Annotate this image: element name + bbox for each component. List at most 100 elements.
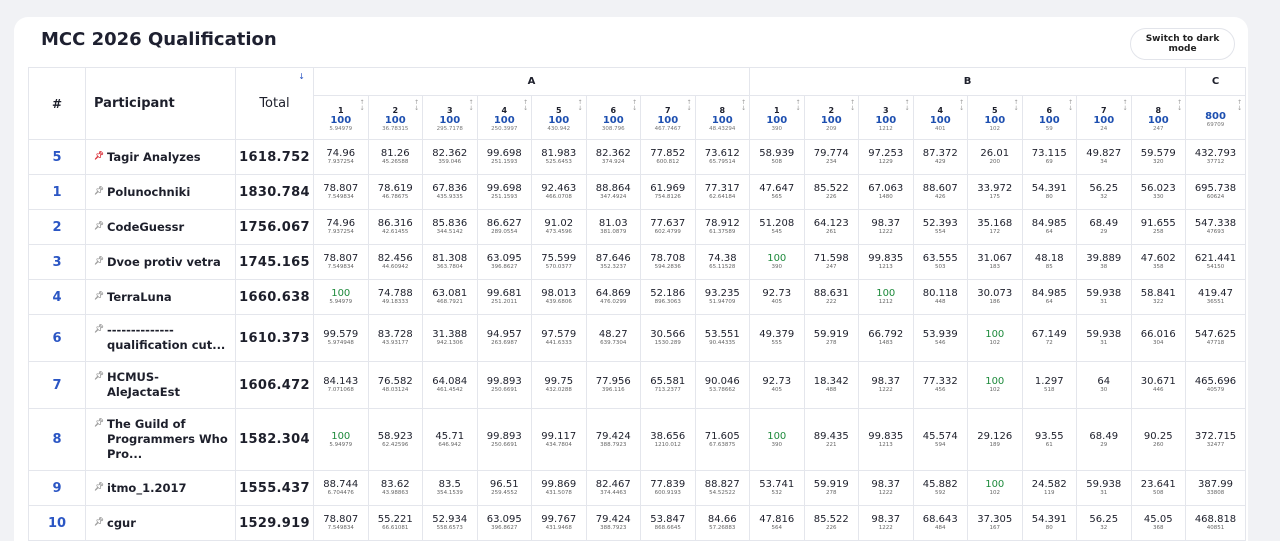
problem-header[interactable]: ↑ ↓ 5 100 102 [967,95,1023,140]
table-row[interactable]: 3 📌︎ Dvoe protiv vetra 1745.165 78.807 7.5498… [28,244,1246,280]
pin-icon[interactable]: 📌︎ [94,516,107,528]
problem-penalty: 295.7178 [436,126,463,132]
total-cell: 1830.784 [235,174,314,210]
score-value: 81.983 [541,148,577,159]
participant-cell[interactable]: 📌︎ Dvoe protiv vetra [85,244,236,280]
score-value: 45.574 [922,430,958,442]
problem-header[interactable]: ↑ ↓ 6 100 308.796 [585,95,641,140]
score-cell: 79.424 388.7923 [585,505,641,541]
score-cell: 83.5 354.1539 [422,470,478,506]
score-cell: 85.836 344.5142 [422,209,478,245]
score-value: 99.835 [868,253,904,264]
participant-cell[interactable]: 📌︎ Tagir Analyzes [85,139,236,175]
participant-cell[interactable]: 📌︎ Polunochniki [85,174,236,210]
score-value: 78.708 [650,253,686,264]
participant-cell[interactable]: 📌︎ HCMUS-AleJactaEst [85,361,236,409]
participant-cell[interactable]: 📌︎ itmo_1.2017 [85,470,236,506]
pin-icon[interactable]: 📌︎ [94,370,107,382]
rank-cell: 5 [28,139,86,175]
rank-header[interactable]: # [28,67,86,140]
penalty-value: 434.7804 [545,441,572,448]
table-row[interactable]: 9 📌︎ itmo_1.2017 1555.437 88.744 6.704476 83.6… [28,470,1246,506]
problem-header[interactable]: ↑ ↓ 5 100 430.942 [531,95,587,140]
problem-header[interactable]: ↑ ↓ 8 100 247 [1130,95,1186,140]
penalty-value: 503 [935,264,946,270]
score-value: 98.37 [871,376,901,387]
problem-header[interactable]: ↑ ↓ 8 100 48.43294 [694,95,750,140]
participant-name: Dvoe protiv vetra [107,254,221,269]
penalty-value: 54150 [1206,264,1225,270]
penalty-value: 476.0299 [600,299,627,305]
participant-cell[interactable]: 📌︎ TerraLuna [85,279,236,315]
participant-cell[interactable]: 📌︎ -------------- qualification cut... [85,314,236,362]
problem-header[interactable]: ↑ ↓ 3 100 295.7178 [422,95,478,140]
score-cell: 77.317 62.64184 [694,174,750,210]
problem-header[interactable]: ↑ ↓ 4 100 401 [912,95,968,140]
problem-header[interactable]: ↑ ↓ 2 100 209 [803,95,859,140]
participant-cell[interactable]: 📌︎ cgur [85,505,236,541]
participant-cell[interactable]: 📌︎ The Guild of Programmers Who Pro... [85,408,236,471]
pin-icon[interactable]: 📌︎ [94,290,107,302]
problem-header[interactable]: ↑ ↓ 1 100 390 [749,95,805,140]
problem-header[interactable]: ↑ ↓ 7 100 467.7467 [640,95,696,140]
score-value: 33.972 [977,183,1013,194]
score-cell: 24.582 119 [1021,470,1077,506]
score-value: 97.579 [541,329,577,340]
penalty-value: 441.6333 [545,340,572,346]
problem-header[interactable]: ↑ ↓ 4 100 250.3997 [476,95,532,140]
score-value: 68.49 [1089,218,1119,229]
problem-max-score: 100 [384,115,406,126]
penalty-value: 45.26588 [382,159,409,165]
score-value: 547.338 [1194,218,1237,229]
pin-icon[interactable]: 📌︎ [94,417,107,429]
score-cell: 56.25 32 [1076,505,1132,541]
table-row[interactable]: 5 📌︎ Tagir Analyzes 1618.752 74.96 7.937254 81… [28,139,1246,175]
problem-penalty: 401 [935,126,946,132]
participant-cell[interactable]: 📌︎ CodeGuessr [85,209,236,245]
total-header[interactable]: Total ↓ [235,67,314,140]
problem-max-score: 100 [1093,115,1115,126]
problem-header[interactable]: ↑ ↓ 2 100 36.78315 [367,95,423,140]
participant-header[interactable]: Participant [85,67,236,140]
table-row[interactable]: 4 📌︎ TerraLuna 1660.638 100 5.94979 74.788 49.1… [28,279,1246,315]
score-cell: 58.923 62.42596 [367,408,423,471]
table-row[interactable]: 2 📌︎ CodeGuessr 1756.067 74.96 7.937254 86.316… [28,209,1246,245]
score-cell: 35.168 172 [967,209,1023,245]
sort-icon: ↑ ↓ [904,99,910,112]
table-row[interactable]: 1 📌︎ Polunochniki 1830.784 78.807 7.549834 78.… [28,174,1246,210]
pin-icon[interactable]: 📌︎ [94,481,107,493]
pin-icon[interactable]: 📌︎ [94,185,107,197]
rank-cell: 10 [28,505,86,541]
score-cell: 64.084 461.4542 [422,361,478,409]
problem-header[interactable]: ↑ ↓ 7 100 24 [1076,95,1132,140]
problem-header[interactable]: ↑ ↓ 800 69709 [1185,95,1246,140]
problem-header[interactable]: ↑ ↓ 6 100 59 [1021,95,1077,140]
score-cell: 30.566 1530.289 [640,314,696,362]
score-value: 78.912 [704,218,740,229]
score-cell: 78.807 7.549834 [313,244,369,280]
score-value: 85.836 [432,218,468,229]
pin-icon[interactable]: 📌︎ [94,150,107,162]
pin-icon[interactable]: 📌︎ [94,323,107,335]
total-cell: 1555.437 [235,470,314,506]
score-value: 621.441 [1194,253,1237,264]
table-row[interactable]: 8 📌︎ The Guild of Programmers Who Pro... 15… [28,408,1246,471]
score-value: 64.084 [432,376,468,387]
score-value: 59.919 [813,329,849,340]
score-cell: 94.957 263.6987 [476,314,532,362]
score-value: 45.05 [1143,514,1173,525]
table-row[interactable]: 10 📌︎ cgur 1529.919 78.807 7.549834 55.221 66.6… [28,505,1246,541]
penalty-value: 65.11528 [709,264,736,270]
penalty-value: 102 [989,340,1001,346]
problem-header[interactable]: ↑ ↓ 3 100 1212 [858,95,914,140]
penalty-value: 31 [1100,490,1108,496]
score-value: 100 [985,376,1005,387]
score-value: 99.75 [544,376,574,387]
dark-mode-button[interactable]: Switch to dark mode [1130,28,1235,60]
table-row[interactable]: 7 📌︎ HCMUS-AleJactaEst 1606.472 84.143 7.0710… [28,361,1246,409]
table-row[interactable]: 6 📌︎ -------------- qualification cut... 16… [28,314,1246,362]
problem-header[interactable]: ↑ ↓ 1 100 5.94979 [313,95,369,140]
pin-icon[interactable]: 📌︎ [94,255,107,267]
score-value: 77.637 [650,218,686,229]
pin-icon[interactable]: 📌︎ [94,220,107,232]
